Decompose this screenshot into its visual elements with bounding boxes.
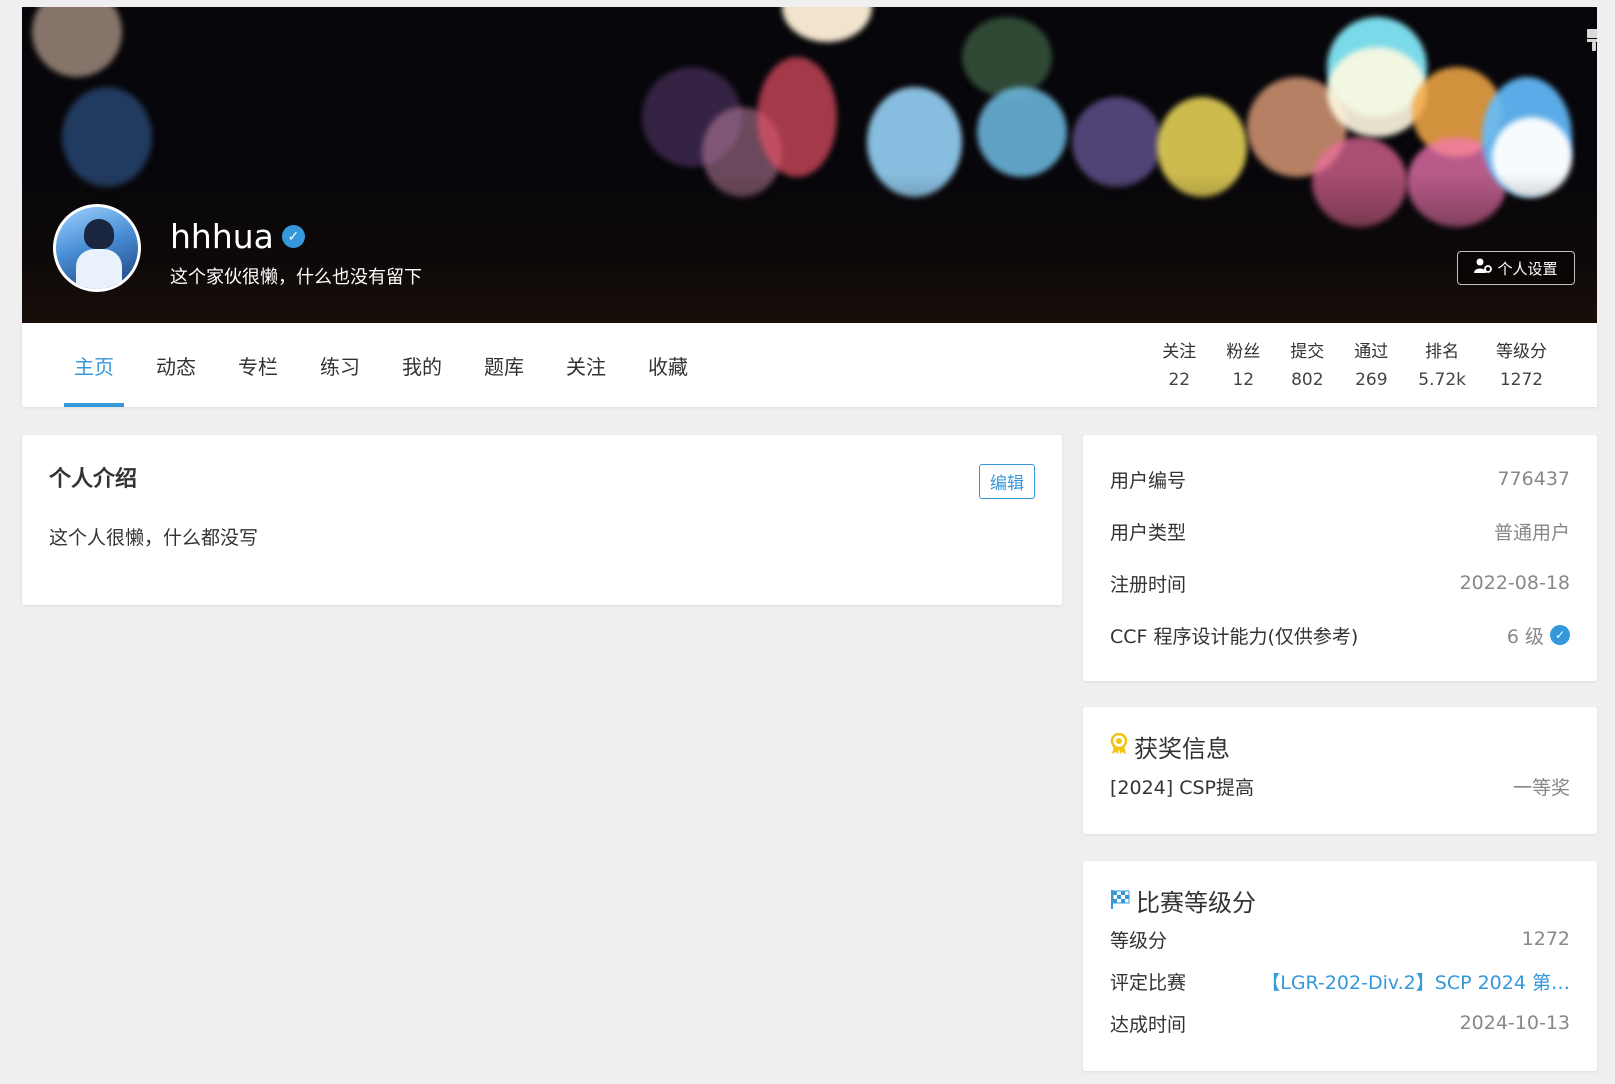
info-value-wrap: 6 级 ✓ <box>1507 622 1570 649</box>
contest-rating-card: 比赛等级分 等级分 1272 评定比赛 【LGR-202-Div.2】SCP 2… <box>1083 861 1597 1071</box>
award-name: [2024] CSP提高 <box>1110 776 1255 799</box>
award-level: 一等奖 <box>1512 776 1570 799</box>
stat-rating: 等级分 1272 <box>1496 337 1547 390</box>
contest-value: 1272 <box>1521 928 1570 950</box>
contest-title: 比赛等级分 <box>1110 883 1570 918</box>
contest-row-rating: 等级分 1272 <box>1110 918 1570 960</box>
contest-title-text: 比赛等级分 <box>1136 889 1256 917</box>
settings-label: 个人设置 <box>1497 259 1558 278</box>
info-value: 普通用户 <box>1493 521 1570 544</box>
contest-key: 等级分 <box>1110 929 1168 952</box>
avatar[interactable] <box>53 204 141 292</box>
stat-value: 22 <box>1168 370 1191 390</box>
contest-row-date: 达成时间 2024-10-13 <box>1110 1002 1570 1044</box>
intro-text: 这个人很懒，什么都没写 <box>49 527 259 549</box>
tab-following[interactable]: 关注 <box>556 323 616 407</box>
stat-label: 通过 <box>1354 342 1389 362</box>
tab-list: 主页 动态 专栏 练习 我的 题库 关注 收藏 <box>64 323 720 407</box>
contest-value: 2024-10-13 <box>1459 1012 1570 1034</box>
profile-banner: hhhua ✓ 这个家伙很懒，什么也没有留下 个人设置 <box>22 7 1597 323</box>
edit-intro-button[interactable]: 编辑 <box>979 464 1035 499</box>
tab-favorites[interactable]: 收藏 <box>638 323 698 407</box>
info-value: 776437 <box>1497 468 1570 490</box>
tab-practice[interactable]: 练习 <box>310 323 370 407</box>
tab-home[interactable]: 主页 <box>64 323 124 407</box>
info-key: CCF 程序设计能力(仅供参考) <box>1110 625 1359 648</box>
verified-icon: ✓ <box>281 225 305 248</box>
stat-accepted[interactable]: 通过 269 <box>1354 337 1388 390</box>
checkered-flag-icon <box>1110 887 1130 915</box>
verified-icon: ✓ <box>1550 625 1570 645</box>
stat-value: 269 <box>1355 370 1388 390</box>
stat-label: 等级分 <box>1496 342 1547 362</box>
award-card: 获奖信息 [2024] CSP提高 一等奖 <box>1083 707 1597 834</box>
stat-value: 1272 <box>1499 370 1544 390</box>
info-row-user-type: 用户类型 普通用户 <box>1110 505 1570 557</box>
stat-label: 粉丝 <box>1226 342 1261 362</box>
username-text: hhhua <box>170 217 274 256</box>
contest-key: 评定比赛 <box>1110 971 1187 994</box>
tab-mine[interactable]: 我的 <box>392 323 452 407</box>
stat-rank: 排名 5.72k <box>1418 337 1466 390</box>
info-value: 6 级 <box>1506 625 1544 648</box>
info-key: 注册时间 <box>1110 573 1187 596</box>
tab-column[interactable]: 专栏 <box>228 323 288 407</box>
contest-link[interactable]: 【LGR-202-Div.2】SCP 2024 第… <box>1261 968 1570 995</box>
award-ribbon-icon <box>1110 732 1128 761</box>
info-row-ccf-level: CCF 程序设计能力(仅供参考) 6 级 ✓ <box>1110 609 1570 661</box>
stat-value: 802 <box>1291 370 1324 390</box>
info-key: 用户编号 <box>1110 469 1187 492</box>
user-gear-icon <box>1474 258 1493 278</box>
award-title-text: 获奖信息 <box>1134 735 1230 763</box>
stat-value: 5.72k <box>1418 370 1466 390</box>
info-row-user-id: 用户编号 776437 <box>1110 453 1570 505</box>
brush-icon[interactable] <box>1587 29 1597 51</box>
stat-following[interactable]: 关注 22 <box>1162 337 1196 390</box>
username: hhhua ✓ <box>170 217 305 256</box>
stat-label: 排名 <box>1425 342 1460 362</box>
info-key: 用户类型 <box>1110 521 1187 544</box>
user-info-card: 用户编号 776437 用户类型 普通用户 注册时间 2022-08-18 CC… <box>1083 435 1597 681</box>
award-title: 获奖信息 <box>1110 729 1570 764</box>
contest-row-contest: 评定比赛 【LGR-202-Div.2】SCP 2024 第… <box>1110 960 1570 1002</box>
stat-submissions[interactable]: 提交 802 <box>1290 337 1324 390</box>
tab-problems[interactable]: 题库 <box>474 323 534 407</box>
contest-key: 达成时间 <box>1110 1013 1187 1036</box>
profile-navbar: 主页 动态 专栏 练习 我的 题库 关注 收藏 关注 22 粉丝 12 提交 8… <box>22 323 1597 407</box>
stat-label: 提交 <box>1290 342 1325 362</box>
profile-bio: 这个家伙很懒，什么也没有留下 <box>170 267 422 288</box>
intro-title: 个人介绍 <box>49 467 138 492</box>
info-row-register-date: 注册时间 2022-08-18 <box>1110 557 1570 609</box>
award-row: [2024] CSP提高 一等奖 <box>1110 764 1570 808</box>
stat-followers[interactable]: 粉丝 12 <box>1226 337 1260 390</box>
intro-card: 个人介绍 编辑 这个人很懒，什么都没写 <box>22 435 1062 605</box>
info-value: 2022-08-18 <box>1459 572 1570 594</box>
stat-value: 12 <box>1232 370 1255 390</box>
personal-settings-button[interactable]: 个人设置 <box>1457 251 1575 285</box>
stats-bar: 关注 22 粉丝 12 提交 802 通过 269 排名 5.72k 等级分 1… <box>1162 337 1547 390</box>
tab-activity[interactable]: 动态 <box>146 323 206 407</box>
stat-label: 关注 <box>1162 342 1197 362</box>
